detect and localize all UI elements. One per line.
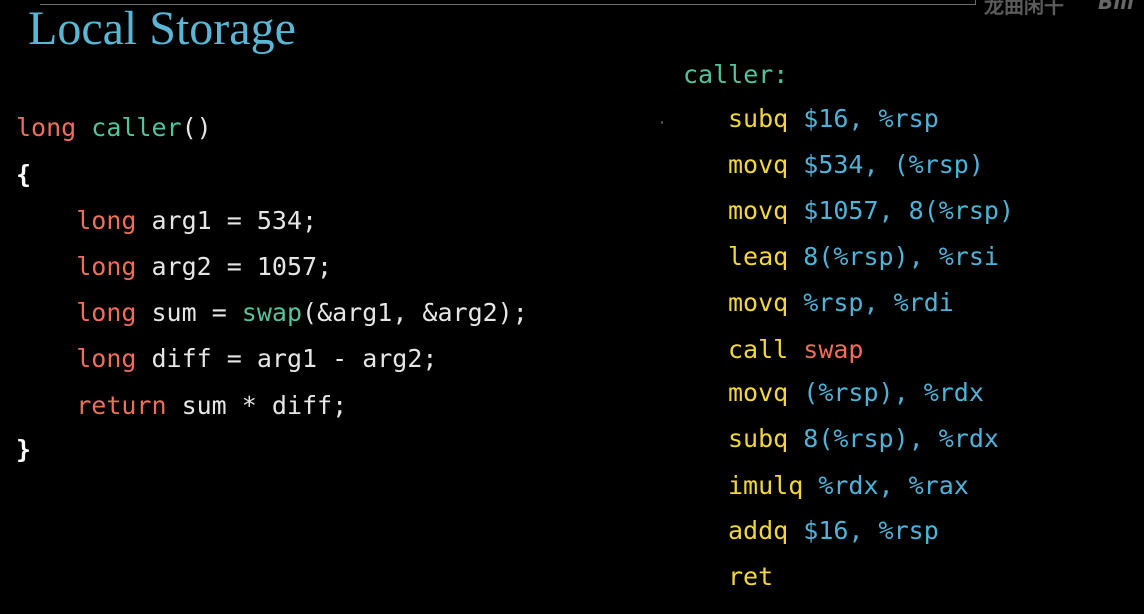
c-code-line: { [16, 160, 31, 189]
asm-instruction-line: movq (%rsp), %rdx [728, 378, 984, 407]
asm-instruction-line: imulq %rdx, %rax [728, 471, 969, 500]
code-token: long [16, 113, 77, 142]
asm-space [788, 104, 803, 133]
asm-space [788, 335, 803, 364]
asm-instruction-line: addq $16, %rsp [728, 516, 939, 545]
bilibili-logo: Bili [1098, 0, 1134, 14]
c-code-line: } [16, 435, 31, 464]
asm-mnemonic: subq [728, 424, 789, 453]
c-code-line: return sum * diff; [16, 391, 347, 420]
code-token: (&arg1, &arg2); [302, 298, 528, 327]
asm-label: caller: [683, 60, 789, 89]
code-token: long [76, 344, 137, 373]
asm-operands: 8(%rsp), %rsi [803, 242, 999, 271]
code-token: return [76, 391, 167, 420]
code-token: swap [241, 298, 303, 327]
asm-instruction-line: movq $1057, 8(%rsp) [728, 196, 1014, 225]
asm-mnemonic: call [728, 335, 789, 364]
slide-title: Local Storage [28, 2, 296, 55]
asm-operands: %rdx, %rax [818, 471, 969, 500]
c-code-line: long diff = arg1 - arg2; [16, 344, 437, 373]
asm-operands: $16, %rsp [803, 104, 939, 133]
code-token: diff = arg1 - arg2; [136, 344, 438, 373]
asm-instruction-line: ret [728, 562, 773, 591]
asm-instruction-line: movq %rsp, %rdi [728, 288, 954, 317]
asm-mnemonic: movq [728, 196, 789, 225]
asm-mnemonic: leaq [728, 242, 789, 271]
c-code-line: long arg1 = 534; [16, 206, 317, 235]
code-token: { [16, 160, 32, 189]
code-token: arg2 = 1057; [136, 252, 333, 281]
asm-space [788, 516, 803, 545]
asm-mnemonic: subq [728, 104, 789, 133]
code-token: } [16, 435, 32, 464]
c-code-line: long sum = swap(&arg1, &arg2); [16, 298, 528, 327]
asm-space [788, 288, 803, 317]
asm-operands: $534, (%rsp) [803, 150, 984, 179]
asm-operands: swap [803, 335, 864, 364]
asm-operands: (%rsp), %rdx [803, 378, 984, 407]
asm-instruction-line: movq $534, (%rsp) [728, 150, 984, 179]
asm-instruction-line: subq $16, %rsp [728, 104, 939, 133]
c-code-line: long caller() [16, 113, 212, 142]
asm-space [788, 196, 803, 225]
c-code-line: long arg2 = 1057; [16, 252, 332, 281]
asm-operands: 8(%rsp), %rdx [803, 424, 999, 453]
asm-space [788, 242, 803, 271]
asm-instruction-line: leaq 8(%rsp), %rsi [728, 242, 999, 271]
asm-mnemonic: addq [728, 516, 789, 545]
asm-space [788, 378, 803, 407]
asm-space [788, 150, 803, 179]
asm-operands: $1057, 8(%rsp) [803, 196, 1014, 225]
asm-mnemonic: ret [728, 562, 774, 591]
code-token: arg1 = 534; [136, 206, 318, 235]
code-token: long [76, 298, 137, 327]
watermark: 龙曲闲干 Bili [984, 0, 1144, 16]
code-token: () [181, 113, 212, 142]
asm-space [788, 424, 803, 453]
asm-mnemonic: movq [728, 150, 789, 179]
code-token: long [76, 252, 137, 281]
code-token: sum * diff; [166, 391, 348, 420]
code-token: caller [91, 113, 182, 142]
top-divider-cap [975, 0, 976, 5]
code-token: sum = [136, 298, 242, 327]
asm-mnemonic: imulq [728, 471, 804, 500]
asm-operands: %rsp, %rdi [803, 288, 954, 317]
slide: 龙曲闲干 Bili Local Storage long caller() { l… [0, 0, 1144, 614]
code-token: long [76, 206, 137, 235]
assembly-code-block: caller: subq $16, %rsp movq $534, (%rsp) m… [683, 60, 1014, 591]
asm-mnemonic: movq [728, 288, 789, 317]
asm-space [803, 471, 818, 500]
divider-tick [661, 121, 663, 124]
asm-operands: $16, %rsp [803, 516, 939, 545]
asm-instruction-line: call swap [728, 335, 864, 364]
watermark-text: 龙曲闲干 [984, 0, 1064, 16]
asm-mnemonic: movq [728, 378, 789, 407]
asm-instruction-line: subq 8(%rsp), %rdx [728, 424, 999, 453]
